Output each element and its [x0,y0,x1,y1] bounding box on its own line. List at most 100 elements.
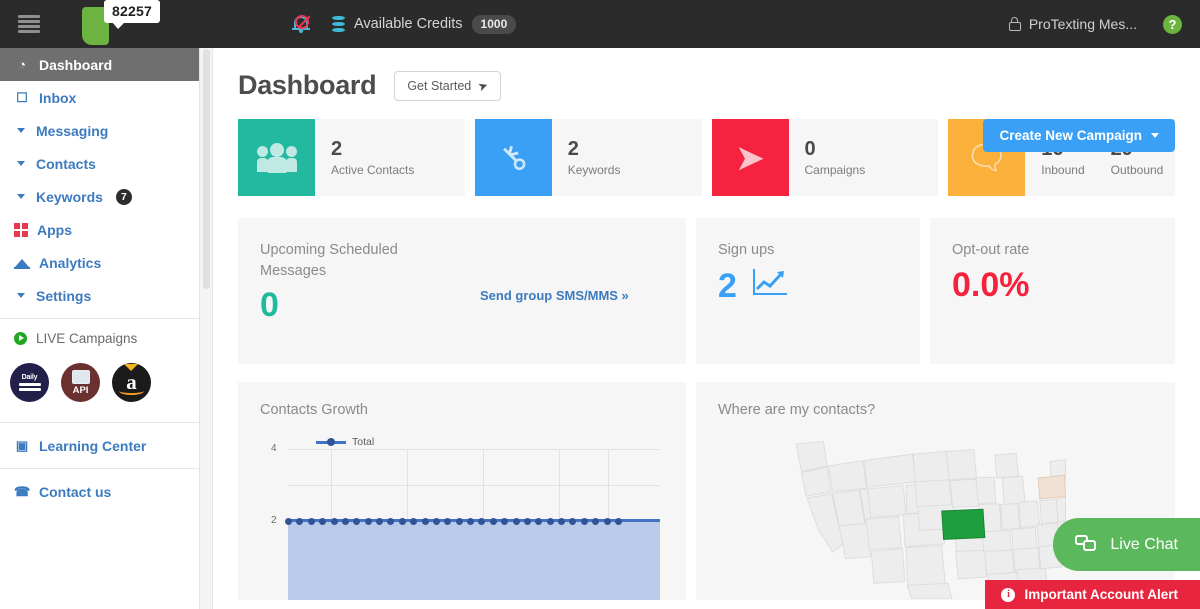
state-south-dakota [914,479,953,508]
state-utah [865,516,902,550]
bell-muted-icon[interactable] [292,14,310,34]
state-pennsylvania [1039,498,1059,525]
stat-label-inbound: Inbound [1041,162,1085,177]
chart-data-point [467,518,475,525]
sidebar-item-dashboard[interactable]: ◔ Dashboard [0,48,199,81]
page-title: Dashboard [238,70,377,100]
chart-data-point [523,518,531,525]
sidebar-item-analytics[interactable]: Analytics [0,246,199,279]
send-group-sms-link[interactable]: Send group SMS/MMS » [480,288,629,303]
api-campaign-label: API [72,384,89,396]
state-alabama [1012,547,1041,572]
y-tick-label: 2 [271,515,277,526]
get-started-label: Get Started [407,78,472,93]
sidebar-item-keywords[interactable]: Keywords 7 [0,180,199,213]
state-indiana [999,503,1021,530]
chart-data-point [398,518,406,525]
live-chat-button[interactable]: Live Chat [1053,518,1200,571]
available-credits[interactable]: Available Credits 1000 [332,14,517,34]
sidebar-item-label: Dashboard [39,56,113,73]
paper-plane-icon-tile: ➤ [711,119,789,196]
hamburger-menu-icon[interactable] [18,15,40,33]
y-tick-label: 4 [271,443,277,454]
stat-card-active-contacts[interactable]: 2 Active Contacts [238,119,465,196]
stat-card-campaigns[interactable]: ➤ 0 Campaigns [711,119,939,196]
sidebar-item-label: Contact us [39,483,112,500]
optout-value: 0.0% [952,265,1030,304]
state-texas [907,582,953,600]
chart-data-point [512,518,520,525]
sidebar-item-contacts[interactable]: Contacts [0,147,199,180]
sidebar-item-label: Analytics [39,254,102,271]
sidebar-item-learning-center[interactable]: ▣ Learning Center [0,429,199,462]
account-name: ProTexting Mes... [1028,16,1137,32]
stat-value: 2 [567,137,579,160]
state-washington [795,440,828,473]
sidebar-item-apps[interactable]: Apps [0,213,199,246]
sidebar-item-label: Inbox [39,89,77,106]
people-icon-tile [238,119,315,196]
state-mississippi [984,549,1015,576]
chart-data-point [364,518,372,525]
get-started-button[interactable]: Get Started ➤ [394,70,502,101]
lock-icon [1008,17,1021,31]
main-content: Dashboard Get Started ➤ Create New Campa… [214,48,1200,609]
sidebar-item-inbox[interactable]: ☐ Inbox [0,81,199,114]
crown-icon [124,364,138,371]
inbox-icon: ☐ [16,89,28,105]
chart-data-point [376,518,384,525]
signups-value: 2 [718,266,737,305]
state-kentucky [1010,527,1038,551]
daily-campaign-avatar[interactable]: Daily [10,363,49,402]
state-kansas-highlight [941,508,986,540]
amazon-campaign-avatar[interactable]: a [112,363,151,402]
state-new-jersey [1055,496,1066,523]
sidebar-item-contact-us[interactable]: ☎ Contact us [0,475,199,508]
apps-grid-icon [14,222,28,237]
daily-campaign-label: Daily [21,374,38,381]
dashboard-icon: ◔ [18,57,26,72]
signups-label: Sign ups [718,242,775,258]
chart-data-point [330,518,338,525]
important-account-alert[interactable]: i Important Account Alert [985,580,1200,609]
sidebar-divider [0,318,199,319]
logo-tooltip: 82257 [104,0,160,29]
contacts-map-title: Where are my contacts? [718,402,876,418]
state-idaho [827,460,868,493]
api-campaign-avatar[interactable]: API [61,363,100,402]
sidebar-item-label: Keywords [36,188,103,205]
sidebar-item-settings[interactable]: Settings [0,279,199,312]
account-menu[interactable]: ProTexting Mes... [1008,16,1137,32]
chart-data-point [580,518,588,525]
stat-label: Keywords [567,162,621,177]
key-icon: ⚷ [491,135,536,180]
state-michigan-up [994,452,1020,479]
gridline [288,449,660,450]
scrollbar-thumb[interactable] [202,49,210,289]
sidebar-item-label: Settings [36,287,92,304]
state-montana [863,453,917,488]
live-campaigns-header: LIVE Campaigns [0,325,199,351]
legend-marker [316,438,346,446]
play-circle-icon [14,331,27,345]
help-circle-icon[interactable]: ? [1163,14,1182,34]
sidebar-item-messaging[interactable]: Messaging [0,114,199,147]
chart-data-point [285,518,292,525]
create-new-campaign-button[interactable]: Create New Campaign [983,119,1175,152]
sidebar-divider [0,422,199,423]
chart-plot-area: 4 2 [271,443,660,600]
page-header: Dashboard Get Started ➤ [214,48,1200,101]
state-texas-w [905,545,946,589]
caret-down-icon [17,194,25,199]
scheduled-label: Upcoming Scheduled Messages [260,242,398,279]
sidebar-scrollbar[interactable] [200,48,213,609]
trend-up-icon [753,267,788,295]
stat-label-outbound: Outbound [1110,162,1164,177]
stat-card-keywords[interactable]: ⚷ 2 Keywords [474,119,702,196]
app-logo[interactable]: 82257 [82,0,202,48]
state-oregon [800,466,832,497]
caret-down-icon [17,128,25,133]
stat-label: Active Contacts [331,162,415,177]
chat-icon [1075,535,1098,554]
us-map[interactable] [718,434,1138,600]
